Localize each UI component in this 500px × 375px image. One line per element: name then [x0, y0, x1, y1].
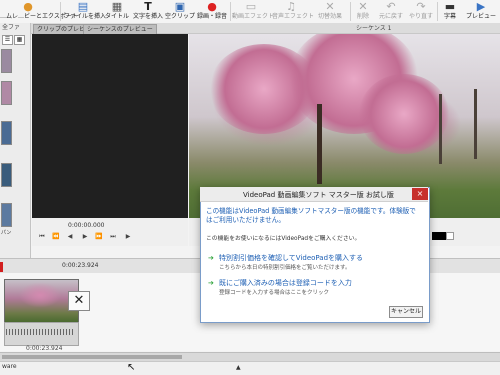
media-thumbnail[interactable] — [1, 49, 12, 73]
sequence-label: シーケンス 1 — [356, 25, 392, 32]
delete-icon: ✕ — [358, 0, 368, 13]
insert-text-button[interactable]: T 文字を挿入 — [132, 0, 164, 23]
transition-icon: ✕ — [325, 0, 335, 13]
audio-effects-icon: ♫ — [286, 0, 296, 13]
titles-button[interactable]: ▦ タイトル — [103, 0, 131, 23]
tab-sequence-preview[interactable]: シーケンスのプレビュー — [83, 24, 157, 34]
arrow-right-icon: ➔ — [208, 254, 214, 262]
cherry-blossom-cluster — [359, 74, 449, 154]
audio-waveform — [6, 329, 75, 335]
transition-icon[interactable]: ✕ — [68, 291, 90, 311]
record-icon: ● — [207, 0, 217, 13]
subtitle-icon: ▬ — [444, 0, 456, 13]
status-bar — [0, 361, 500, 375]
mouse-cursor-icon: ↖ — [127, 362, 136, 373]
timeline-scrollbar[interactable] — [0, 352, 500, 361]
clip-preview-pane[interactable] — [32, 34, 188, 218]
clip-duration: 0:00:23.924 — [26, 345, 63, 352]
register-option-sub: 登録コードを入力する場合はここをクリック — [219, 290, 330, 296]
toolbar-divider — [230, 2, 231, 21]
tree-trunk — [317, 104, 322, 184]
color-swatch-white — [446, 232, 454, 240]
grid-view-icon[interactable]: ▦ — [14, 35, 25, 45]
preview-tab-row: クリップのプレビュー シーケンスのプレビュー シーケンス 1 — [31, 23, 500, 34]
toolbar-divider — [60, 2, 61, 21]
text-icon: T — [144, 0, 152, 13]
add-file-icon: ▤ — [77, 0, 89, 13]
preview-button[interactable]: ▶ プレビュー — [462, 0, 500, 23]
media-thumbnail[interactable] — [1, 203, 12, 227]
transition-button[interactable]: ✕ 切替効果 — [312, 0, 348, 23]
list-view-icon[interactable]: ☰ — [2, 35, 13, 45]
clip-time-display: 0:00:00.000 — [68, 222, 105, 229]
preview-icon: ▶ — [476, 0, 486, 13]
cancel-button[interactable]: キャンセル — [389, 306, 423, 318]
playhead[interactable] — [0, 262, 3, 272]
step-forward-icon[interactable]: ⏩ — [94, 232, 104, 241]
step-back-icon[interactable]: ⏪ — [51, 232, 61, 241]
add-file-button[interactable]: ▤ ファイルを挿入 — [64, 0, 106, 23]
media-thumbnail[interactable] — [1, 163, 12, 187]
dialog-message: この機能はVideoPad 動画編集ソフトマスター版の機能です。体験版ではご利用… — [206, 207, 416, 224]
subtitle-button[interactable]: ▬ 字幕 — [439, 0, 461, 23]
undo-button[interactable]: ↶ 元に戻す — [376, 0, 406, 23]
tree-trunk — [474, 89, 477, 159]
color-swatch-black — [432, 232, 446, 240]
expand-arrow-icon[interactable]: ▲ — [236, 364, 241, 371]
buy-option-link[interactable]: 特別割引価格を確認してVideoPadを購入する — [219, 253, 363, 263]
media-bin: 全ファ ☰ ▦ パン — [0, 23, 31, 258]
status-text: ware — [2, 363, 17, 370]
media-thumbnail[interactable] — [1, 121, 12, 145]
video-effects-icon: ▭ — [245, 0, 257, 13]
home-export-button[interactable]: ● …ムレ…ビーとエクスポート — [0, 0, 78, 23]
redo-button[interactable]: ↷ やり直す — [406, 0, 436, 23]
register-option-link[interactable]: 既にご購入済みの場合は登録コードを入力 — [219, 278, 352, 288]
media-thumbnail[interactable] — [1, 81, 12, 105]
dialog-title: VideoPad 動画編集ソフト マスター版 お試し版 — [243, 191, 394, 199]
blank-clip-button[interactable]: ▣ 空クリップ — [165, 0, 195, 23]
undo-icon: ↶ — [386, 0, 396, 13]
tree-trunk — [439, 94, 442, 164]
scrollbar-thumb[interactable] — [2, 355, 182, 359]
redo-icon: ↷ — [416, 0, 426, 13]
media-caption: パン — [1, 230, 12, 236]
toolbar-divider — [437, 2, 438, 21]
go-start-icon[interactable]: ⏮ — [37, 232, 47, 241]
blank-clip-icon: ▣ — [174, 0, 186, 13]
go-end-icon[interactable]: ⏭ — [108, 232, 118, 241]
record-button[interactable]: ● 録画・録音 — [196, 0, 228, 23]
toolbar-divider — [350, 2, 351, 21]
arrow-right-icon: ➔ — [208, 279, 214, 287]
buy-option-sub: こちらから本日の特別割引価格をご覧いただけます。 — [219, 265, 351, 271]
video-effects-button[interactable]: ▭ 動画エフェクト — [232, 0, 274, 23]
media-bin-tab[interactable]: 全ファ — [0, 23, 30, 33]
home-icon: ● — [23, 0, 33, 13]
dialog-close-button[interactable]: × — [412, 188, 428, 200]
delete-button[interactable]: ✕ 削除 — [352, 0, 374, 23]
dialog-note: この機能をお使いになるにはVideoPadをご購入ください。 — [206, 236, 361, 242]
main-toolbar: ● …ムレ…ビーとエクスポート ▤ ファイルを挿入 ▦ タイトル T 文字を挿入… — [0, 0, 500, 24]
play-icon[interactable]: ▶ — [80, 232, 90, 241]
title-icon: ▦ — [111, 0, 123, 13]
audio-effects-button[interactable]: ♫ 音声エフェクト — [272, 0, 314, 23]
loop-icon[interactable]: ▶ — [123, 232, 133, 241]
timeline-time: 0:00:23.924 — [62, 262, 99, 269]
previous-frame-icon[interactable]: ◀ — [65, 232, 75, 241]
